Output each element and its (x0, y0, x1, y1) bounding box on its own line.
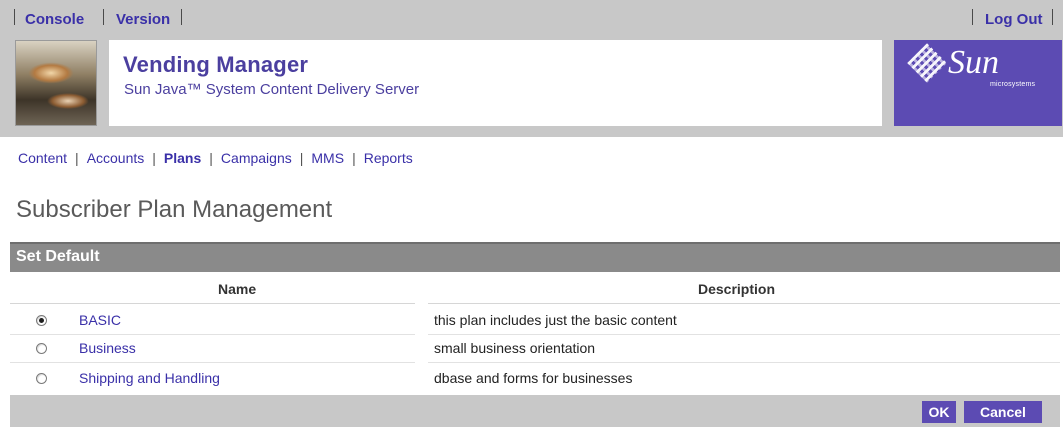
nav-item-plans[interactable]: Plans (164, 150, 201, 166)
sun-logo: Sun microsystems (894, 40, 1062, 126)
console-link[interactable]: Console (25, 11, 84, 28)
nav-item-content[interactable]: Content (18, 150, 67, 166)
sun-diamond-icon (907, 43, 947, 83)
logo-subtext: microsystems (990, 81, 1036, 88)
table-row: Shipping and Handling dbase and forms fo… (10, 367, 1060, 393)
nav-item-campaigns[interactable]: Campaigns (221, 150, 292, 166)
plan-description: small business orientation (434, 340, 596, 356)
divider (10, 362, 415, 363)
separator (14, 9, 15, 25)
separator (181, 9, 182, 25)
table-title: Set Default (16, 248, 100, 265)
column-header-description: Description (698, 281, 776, 297)
plan-description: dbase and forms for businesses (434, 370, 633, 386)
default-radio[interactable] (36, 315, 47, 326)
nav-item-mms[interactable]: MMS (311, 150, 344, 166)
divider (428, 334, 1060, 335)
divider (10, 334, 415, 335)
divider (428, 303, 1060, 304)
nav-separator: | (209, 150, 213, 166)
title-box: Vending Manager Sun Java™ System Content… (109, 40, 882, 126)
nav-separator: | (352, 150, 356, 166)
nav-item-reports[interactable]: Reports (364, 150, 413, 166)
table-row: BASIC this plan includes just the basic … (10, 309, 1060, 335)
column-header-name: Name (218, 281, 257, 297)
logo-wordmark: Sun (948, 44, 999, 81)
top-links-bar: Console Version Log Out (0, 0, 1063, 40)
plan-name-link[interactable]: Business (79, 340, 136, 356)
separator (103, 9, 104, 25)
nav-separator: | (75, 150, 79, 166)
separator (972, 9, 973, 25)
default-radio[interactable] (36, 373, 47, 384)
default-radio[interactable] (36, 343, 47, 354)
separator (1052, 9, 1053, 25)
divider (428, 362, 1060, 363)
table-row: Business small business orientation (10, 337, 1060, 363)
main-nav: Content | Accounts | Plans | Campaigns | MMS | Rep… (18, 150, 413, 170)
masthead: Console Version Log Out Vending Manager … (0, 0, 1063, 137)
page-title: Subscriber Plan Management (16, 196, 333, 223)
nav-separator: | (152, 150, 156, 166)
cancel-button[interactable]: Cancel (964, 401, 1042, 423)
nav-separator: | (299, 150, 304, 166)
app-subtitle: Sun Java™ System Content Delivery Server (124, 81, 420, 98)
divider (10, 303, 415, 304)
table-title-bar: Set Default (10, 242, 1060, 272)
plan-name-link[interactable]: Shipping and Handling (79, 370, 220, 386)
nav-item-accounts[interactable]: Accounts (87, 150, 145, 166)
app-title: Vending Manager (123, 52, 309, 77)
log-out-link[interactable]: Log Out (985, 11, 1042, 28)
button-bar: OK Cancel (10, 395, 1060, 427)
plan-name-link[interactable]: BASIC (79, 312, 121, 328)
coins-image (15, 40, 97, 126)
plan-description: this plan includes just the basic conten… (434, 312, 677, 328)
ok-button[interactable]: OK (922, 401, 956, 423)
version-link[interactable]: Version (116, 11, 170, 28)
